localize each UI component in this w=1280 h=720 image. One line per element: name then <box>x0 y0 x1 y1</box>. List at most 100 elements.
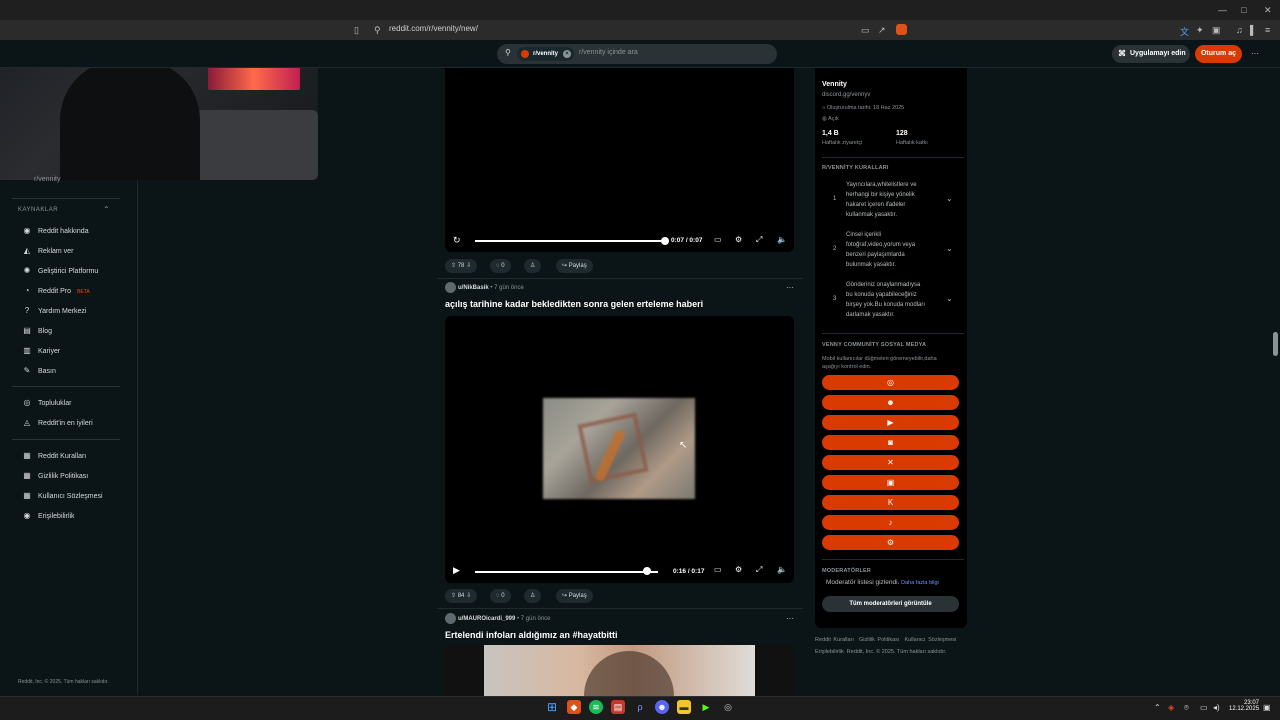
share-button[interactable]: ↪ Paylaş <box>556 589 593 603</box>
social-button-kick[interactable]: K <box>822 495 959 510</box>
post-image[interactable] <box>445 645 794 696</box>
sidebar-item-pro[interactable]: ◔ Reddit Pro BETA <box>22 285 90 297</box>
notification-icon[interactable]: ▣ <box>1263 703 1271 712</box>
author-name[interactable]: u/NikBasik <box>458 285 489 291</box>
sidebar-item-careers[interactable]: ▥ Kariyer <box>22 345 60 357</box>
sidebar-item-help[interactable]: ? Yardım Merkezi <box>22 305 87 317</box>
social-button-instagram[interactable]: ◙ <box>822 435 959 450</box>
translate-icon[interactable]: 文 <box>1180 25 1189 38</box>
fullscreen-icon[interactable]: ⤢ <box>756 235 762 245</box>
social-button-tiktok[interactable]: ♪ <box>822 515 959 530</box>
footer-link[interactable]: Reddit Kuralları <box>815 637 854 643</box>
close-window-button[interactable]: ✕ <box>1264 5 1272 16</box>
volume-icon[interactable]: ◂) <box>1213 703 1220 712</box>
tray-app-icon[interactable]: ⌾ <box>1184 703 1189 713</box>
media-icon[interactable]: ♫ <box>1236 25 1243 35</box>
brave-icon[interactable]: ◆ <box>567 700 581 714</box>
social-button-x[interactable]: ✕ <box>822 455 959 470</box>
social-button-discord[interactable]: ☻ <box>822 395 959 410</box>
sidebar-item-privacy[interactable]: ▦ Gizlilik Politikası <box>22 470 88 482</box>
volume-icon[interactable]: 🔈 <box>777 565 787 574</box>
sidebar-item-advertise[interactable]: ◭ Reklam ver <box>22 245 73 257</box>
post-author[interactable]: u/NikBasik • 7 gün önce <box>458 285 524 291</box>
video-progress-track[interactable] <box>475 571 658 573</box>
login-button[interactable]: Oturum aç <box>1195 45 1242 63</box>
play-icon[interactable]: ▶ <box>453 565 460 576</box>
post-menu-icon[interactable]: ··· <box>786 283 794 292</box>
footer-link[interactable]: Erişilebilirlik <box>815 649 844 655</box>
post-author[interactable]: u/MAUROicardi_999 • 7 gün önce <box>458 616 551 622</box>
search-input[interactable]: ⚲ r/vennity × r/vennity içinde ara <box>497 44 777 64</box>
vote-control[interactable]: ⇧ 84 ⇩ <box>445 589 478 603</box>
bookmark-icon[interactable]: ▯ <box>354 25 359 36</box>
footer-link[interactable]: Kullanıcı Sözleşmesi <box>904 637 956 643</box>
comments-button[interactable]: ◌ 0 <box>490 259 511 273</box>
captions-icon[interactable]: ▭ <box>714 235 722 244</box>
footer-link[interactable]: Gizlilik Politikası <box>859 637 899 643</box>
author-name[interactable]: u/MAUROicardi_999 <box>458 616 515 622</box>
social-button-youtube[interactable]: ▶ <box>822 415 959 430</box>
clear-chip-icon[interactable]: × <box>563 50 572 58</box>
sidebar-item-communities[interactable]: ◎ Topluluklar <box>22 397 72 409</box>
video-progress-knob[interactable] <box>661 237 669 245</box>
downvote-icon[interactable]: ⇩ <box>466 593 471 599</box>
minimize-button[interactable]: — <box>1218 5 1227 15</box>
avatar[interactable] <box>445 613 456 624</box>
video-player[interactable]: ▶ 0:16 / 0:17 ▭ ⚙ ⤢ 🔈 <box>445 316 794 583</box>
vote-control[interactable]: ⇧ 78 ⇩ <box>445 259 478 273</box>
scrollbar-thumb[interactable] <box>1273 332 1278 356</box>
settings-icon[interactable]: ⚙ <box>735 565 742 574</box>
downvote-icon[interactable]: ⇩ <box>466 263 471 269</box>
sidebar-item-best[interactable]: ◬ Reddit'in en iyileri <box>22 417 93 429</box>
chevron-down-icon[interactable]: ⌄ <box>946 244 953 253</box>
post-menu-icon[interactable]: ··· <box>786 614 794 623</box>
folder-icon[interactable]: ▬ <box>677 700 691 714</box>
sidebar-item-agreement[interactable]: ▦ Kullanıcı Sözleşmesi <box>22 490 102 502</box>
extensions-icon[interactable]: ✦ <box>1196 25 1204 36</box>
view-all-moderators-button[interactable]: Tüm moderatörleri görüntüle <box>822 596 959 612</box>
upvote-icon[interactable]: ⇧ <box>451 593 456 599</box>
sidebar-item-about[interactable]: ◉ Reddit hakkında <box>22 225 89 237</box>
replay-icon[interactable]: ↻ <box>453 235 461 246</box>
github-icon[interactable]: ◎ <box>721 700 735 714</box>
sidebar-item-accessibility[interactable]: ◉ Erişilebilirlik <box>22 510 75 522</box>
settings-icon[interactable]: ⚙ <box>735 235 742 244</box>
brave-shield-icon[interactable] <box>896 24 907 35</box>
tray-chevron-icon[interactable]: ⌃ <box>1154 703 1161 712</box>
chevron-down-icon[interactable]: ⌄ <box>946 294 953 303</box>
sidebar-item-blog[interactable]: ▤ Blog <box>22 325 52 337</box>
app-icon[interactable]: ρ <box>633 700 647 714</box>
more-options-icon[interactable]: ··· <box>1251 49 1259 58</box>
upvote-icon[interactable]: ⇧ <box>451 263 456 269</box>
site-info-icon[interactable]: ⚲ <box>374 25 381 36</box>
wallet-icon[interactable]: ▣ <box>1212 25 1221 36</box>
comments-button[interactable]: ◌ 0 <box>490 589 511 603</box>
menu-icon[interactable]: ≡ <box>1265 25 1270 35</box>
chevron-down-icon[interactable]: ⌄ <box>946 194 953 203</box>
volume-icon[interactable]: 🔈 <box>777 235 787 244</box>
more-info-link[interactable]: Daha fazla bilgi <box>901 580 939 586</box>
community-chip[interactable]: r/vennity × <box>517 47 575 61</box>
sidebar-item-developer[interactable]: ✺ Geliştirici Platformu <box>22 265 99 277</box>
sidebar-item-rules[interactable]: ▦ Reddit Kuralları <box>22 450 86 462</box>
page-scrollbar[interactable] <box>1272 68 1280 696</box>
fullscreen-icon[interactable]: ⤢ <box>756 565 762 575</box>
tray-app-icon[interactable]: ◈ <box>1168 703 1174 712</box>
video-player[interactable]: ↻ 0:07 / 0:07 ▭ ⚙ ⤢ 🔈 <box>445 68 794 252</box>
sidebar-item-press[interactable]: ✎ Basın <box>22 365 56 377</box>
share-button[interactable]: ↪ Paylaş <box>556 259 593 273</box>
kick-icon[interactable]: ▶ <box>699 700 713 714</box>
social-button-steam[interactable]: ⚙ <box>822 535 959 550</box>
social-button-website[interactable]: ◎ <box>822 375 959 390</box>
url-text[interactable]: reddit.com/r/vennity/new/ <box>389 24 478 33</box>
windows-start-icon[interactable]: ⊞ <box>545 700 559 714</box>
video-progress-track[interactable] <box>475 240 665 242</box>
chevron-up-icon[interactable]: ⌃ <box>103 205 110 214</box>
video-progress-knob[interactable] <box>643 567 652 575</box>
clock[interactable]: 23:07 12.12.2025 <box>1229 700 1259 712</box>
sidebar-partial-item[interactable]: r/vennity <box>34 174 60 186</box>
social-button-twitch[interactable]: ▣ <box>822 475 959 490</box>
post-title[interactable]: Ertelendi infoları aldığımız an #hayatbi… <box>445 630 618 640</box>
spotify-icon[interactable]: ≋ <box>589 700 603 714</box>
network-icon[interactable]: ▭ <box>1200 703 1208 712</box>
